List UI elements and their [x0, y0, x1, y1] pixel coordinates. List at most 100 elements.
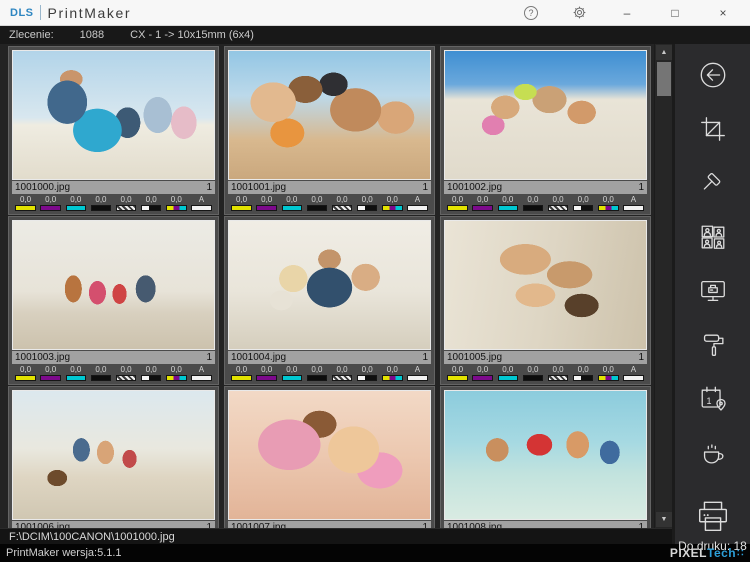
photo-cell[interactable]: 1001005.jpg 1 0,00,00,00,00,00,00,0A [440, 216, 651, 385]
swatch-slot: 0,0 [139, 195, 164, 211]
swatch-bar[interactable] [382, 205, 403, 211]
photo-cell[interactable]: 1001001.jpg 1 0,00,00,00,00,00,00,0A [224, 46, 435, 215]
swatch-bar[interactable] [40, 205, 61, 211]
back-button[interactable] [696, 60, 730, 90]
photo-cell[interactable]: 1001000.jpg 1 0,00,00,00,00,00,00,0A [8, 46, 219, 215]
swatch-bar[interactable] [523, 375, 544, 381]
swatch-label: 0,0 [578, 195, 589, 204]
paint-roller-button[interactable] [696, 330, 730, 360]
calendar-pin-icon [698, 384, 728, 414]
photo-cell[interactable]: 1001002.jpg 1 0,00,00,00,00,00,00,0A [440, 46, 651, 215]
swatch-bar[interactable] [66, 375, 87, 381]
swatch-bar[interactable] [523, 205, 544, 211]
swatch-bar[interactable] [40, 375, 61, 381]
swatch-slot: 0,0 [520, 195, 545, 211]
scroll-down-button[interactable]: ▼ [656, 512, 672, 527]
swatch-label: 0,0 [387, 195, 398, 204]
swatch-bar[interactable] [623, 375, 644, 381]
swatch-bar[interactable] [116, 375, 137, 381]
swatch-bar[interactable] [357, 375, 378, 381]
swatch-bar[interactable] [141, 375, 162, 381]
swatch-bar[interactable] [382, 375, 403, 381]
swatch-bar[interactable] [407, 205, 428, 211]
photo-thumbnail[interactable] [228, 390, 431, 520]
arrow-left-circle-icon [698, 60, 728, 90]
swatch-bar[interactable] [15, 205, 36, 211]
help-button[interactable]: ? [522, 4, 540, 22]
swatch-bar[interactable] [623, 205, 644, 211]
swatch-bar[interactable] [573, 205, 594, 211]
swatch-bar[interactable] [231, 205, 252, 211]
swatch-bar[interactable] [231, 375, 252, 381]
photo-thumbnail[interactable] [12, 220, 215, 350]
swatch-bar[interactable] [472, 375, 493, 381]
swatch-bar[interactable] [15, 375, 36, 381]
minimize-button[interactable]: – [618, 4, 636, 22]
photo-thumbnail[interactable] [228, 50, 431, 180]
calendar-event-button[interactable]: 1 [696, 384, 730, 414]
swatch-bar[interactable] [256, 205, 277, 211]
photo-thumbnail[interactable] [444, 50, 647, 180]
swatch-bar[interactable] [307, 205, 328, 211]
coffee-cup-icon [698, 438, 728, 468]
close-button[interactable]: × [714, 4, 732, 22]
swatch-slot: 0,0 [304, 365, 329, 381]
photo-cell[interactable]: 1001007.jpg 1 0,00,00,00,00,00,00,0A [224, 386, 435, 528]
swatch-bar[interactable] [166, 375, 187, 381]
photo-cell[interactable]: 1001003.jpg 1 0,00,00,00,00,00,00,0A [8, 216, 219, 385]
crop-button[interactable] [696, 114, 730, 144]
window-controls: ? – □ × [522, 4, 740, 22]
swatch-bar[interactable] [191, 205, 212, 211]
swatch-bar[interactable] [332, 205, 353, 211]
id-photos-button[interactable] [696, 222, 730, 252]
swatch-bar[interactable] [548, 375, 569, 381]
swatch-label: 0,0 [121, 195, 132, 204]
monitor-print-button[interactable] [696, 276, 730, 306]
maximize-button[interactable]: □ [666, 4, 684, 22]
vertical-scrollbar[interactable]: ▲ ▼ [654, 44, 672, 528]
swatch-bar[interactable] [573, 375, 594, 381]
swatch-bar[interactable] [447, 205, 468, 211]
swatch-bar[interactable] [498, 205, 519, 211]
swatch-bar[interactable] [282, 375, 303, 381]
swatch-bar[interactable] [472, 205, 493, 211]
swatch-bar[interactable] [357, 205, 378, 211]
print-queue-button[interactable]: Do druku: 18 [678, 498, 747, 553]
photo-cell[interactable]: 1001004.jpg 1 0,00,00,00,00,00,00,0A [224, 216, 435, 385]
swatch-label: 0,0 [146, 195, 157, 204]
swatch-bar[interactable] [166, 205, 187, 211]
photo-thumbnail[interactable] [12, 50, 215, 180]
photo-thumbnail[interactable] [12, 390, 215, 520]
swatch-bar[interactable] [116, 205, 137, 211]
swatch-bar[interactable] [548, 205, 569, 211]
photo-cell[interactable]: 1001006.jpg 1 0,00,00,00,00,00,00,0A [8, 386, 219, 528]
swatch-bar[interactable] [91, 205, 112, 211]
swatch-bar[interactable] [282, 205, 303, 211]
swatch-label: 0,0 [477, 365, 488, 374]
photo-thumbnail[interactable] [444, 390, 647, 520]
swatch-bar[interactable] [498, 375, 519, 381]
swatch-bar[interactable] [447, 375, 468, 381]
swatch-slot: 0,0 [88, 365, 113, 381]
swatch-bar[interactable] [598, 375, 619, 381]
swatch-bar[interactable] [191, 375, 212, 381]
photo-cell[interactable]: 1001008.jpg 1 0,00,00,00,00,00,00,0A [440, 386, 651, 528]
scrollbar-thumb[interactable] [657, 62, 671, 96]
swatch-label: 0,0 [70, 365, 81, 374]
tools-button[interactable] [696, 168, 730, 198]
swatch-bar[interactable] [407, 375, 428, 381]
scroll-up-button[interactable]: ▲ [656, 45, 672, 60]
swatch-bar[interactable] [598, 205, 619, 211]
swatch-bar[interactable] [332, 375, 353, 381]
swatch-bar[interactable] [91, 375, 112, 381]
app-title: PrintMaker [48, 5, 132, 21]
swatch-bar[interactable] [141, 205, 162, 211]
photo-thumbnail[interactable] [228, 220, 431, 350]
photo-thumbnail[interactable] [444, 220, 647, 350]
coffee-break-button[interactable] [696, 438, 730, 468]
swatch-label: 0,0 [236, 365, 247, 374]
swatch-bar[interactable] [256, 375, 277, 381]
settings-button[interactable] [570, 4, 588, 22]
swatch-bar[interactable] [307, 375, 328, 381]
swatch-bar[interactable] [66, 205, 87, 211]
